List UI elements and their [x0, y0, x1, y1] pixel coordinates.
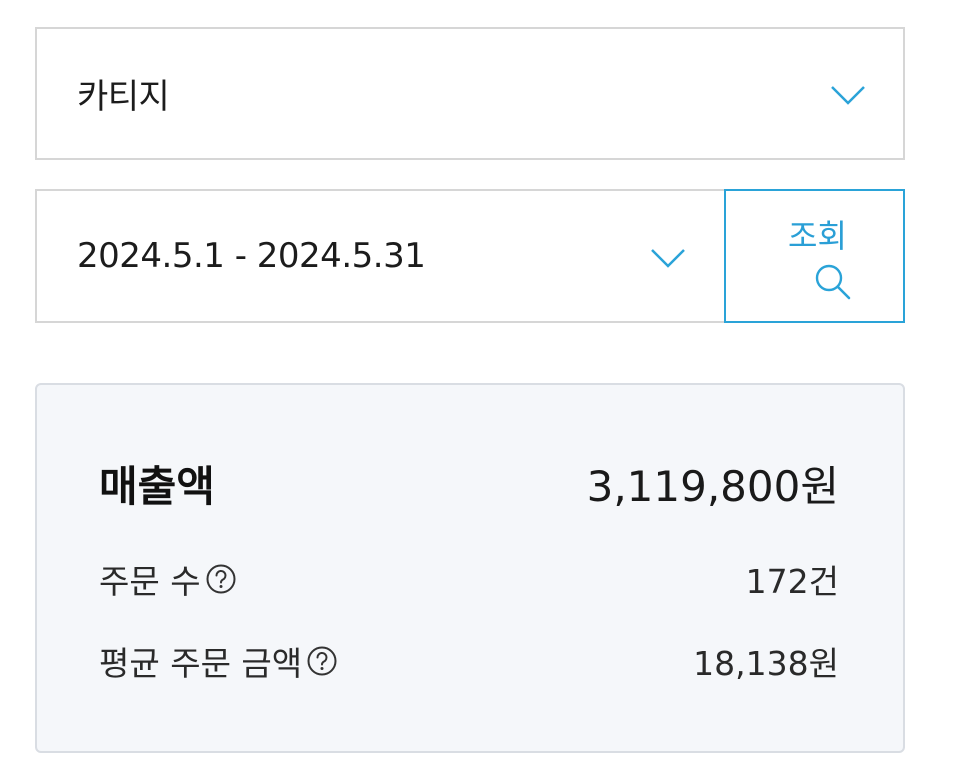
sales-row: 매출액 3,119,800원 — [99, 453, 839, 514]
avg-order-label-group: 평균 주문 금액 — [99, 637, 338, 685]
category-selected-value: 카티지 — [77, 77, 170, 117]
order-count-value: 172건 — [745, 562, 839, 601]
chevron-down-icon — [651, 249, 685, 268]
sales-value: 3,119,800원 — [586, 462, 839, 511]
chevron-down-icon — [831, 86, 865, 105]
date-range-selected-value: 2024.5.1 - 2024.5.31 — [77, 236, 426, 276]
sales-summary-card: 매출액 3,119,800원 주문 수 172건 평균 주문 금액 18,138… — [35, 383, 905, 753]
date-range-select[interactable]: 2024.5.1 - 2024.5.31 — [35, 189, 727, 323]
avg-order-value: 18,138원 — [693, 644, 839, 683]
category-select[interactable]: 카티지 — [35, 27, 905, 160]
search-button[interactable]: 조회 — [724, 189, 905, 323]
search-button-label: 조회 — [788, 217, 847, 255]
order-count-label-group: 주문 수 — [99, 555, 237, 603]
help-icon[interactable] — [306, 645, 338, 677]
order-count-row: 주문 수 172건 — [99, 555, 839, 603]
search-icon — [815, 264, 851, 300]
sales-label: 매출액 — [99, 462, 215, 511]
avg-order-row: 평균 주문 금액 18,138원 — [99, 637, 839, 685]
order-count-label: 주문 수 — [99, 562, 201, 601]
avg-order-label: 평균 주문 금액 — [99, 644, 303, 683]
help-icon[interactable] — [205, 563, 237, 595]
